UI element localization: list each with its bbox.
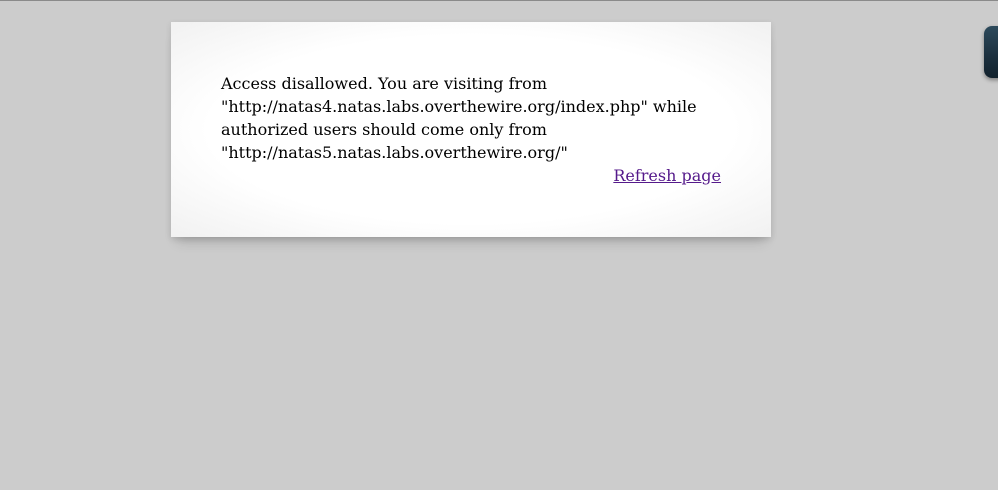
- refresh-row: Refresh page: [221, 164, 721, 187]
- window-top-border: [0, 0, 998, 1]
- tab-widget-icon[interactable]: [984, 26, 998, 78]
- message-line: "http://natas4.natas.labs.overthewire.or…: [221, 97, 697, 116]
- message-line: Access disallowed. You are visiting from: [221, 74, 547, 93]
- message-line: "http://natas5.natas.labs.overthewire.or…: [221, 143, 568, 162]
- refresh-page-link[interactable]: Refresh page: [613, 166, 721, 185]
- message-line: authorized users should come only from: [221, 120, 547, 139]
- access-message: Access disallowed. You are visiting from…: [221, 72, 721, 164]
- message-card: Access disallowed. You are visiting from…: [171, 22, 771, 237]
